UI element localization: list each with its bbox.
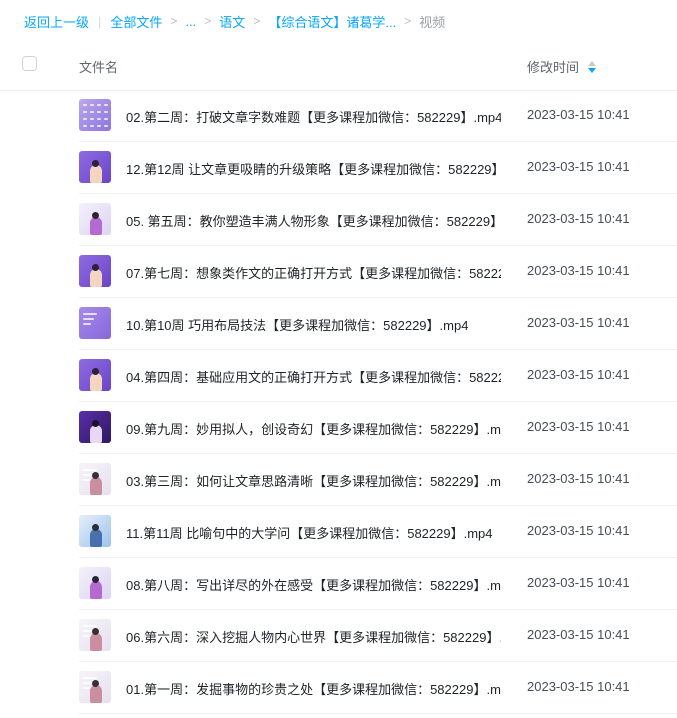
file-row[interactable]: 12.第12周 让文章更吸睛的升级策略【更多课程加微信：582229】.... 2…	[79, 142, 677, 194]
video-thumbnail-icon	[79, 307, 111, 339]
file-name[interactable]: 02.第二周：打破文章字数难题【更多课程加微信：582229】.mp4	[126, 107, 501, 126]
file-name[interactable]: 04.第四周：基础应用文的正确打开方式【更多课程加微信：582229...	[126, 367, 501, 386]
file-row[interactable]: 04.第四周：基础应用文的正确打开方式【更多课程加微信：582229... 202…	[79, 350, 677, 402]
file-modified-time: 2023-03-15 10:41	[527, 575, 630, 590]
file-row[interactable]: 11.第11周 比喻句中的大学问【更多课程加微信：582229】.mp4 2023…	[79, 506, 677, 558]
file-modified-time: 2023-03-15 10:41	[527, 679, 630, 694]
file-name[interactable]: 12.第12周 让文章更吸睛的升级策略【更多课程加微信：582229】....	[126, 159, 501, 178]
chevron-right-icon: >	[253, 14, 261, 28]
file-name[interactable]: 01.第一周：发掘事物的珍贵之处【更多课程加微信：582229】.mp4	[126, 679, 501, 698]
file-modified-time: 2023-03-15 10:41	[527, 523, 630, 538]
video-thumbnail-icon	[79, 151, 111, 183]
video-thumbnail-icon	[79, 359, 111, 391]
video-thumbnail-icon	[79, 515, 111, 547]
file-modified-time: 2023-03-15 10:41	[527, 471, 630, 486]
table-header: 文件名 修改时间	[0, 40, 677, 91]
video-thumbnail-icon	[79, 671, 111, 703]
breadcrumb-divider: |	[98, 13, 102, 29]
select-all-checkbox[interactable]	[22, 56, 37, 71]
video-thumbnail-icon	[79, 99, 111, 131]
back-link[interactable]: 返回上一级	[24, 12, 89, 31]
file-row[interactable]: 01.第一周：发掘事物的珍贵之处【更多课程加微信：582229】.mp4 2023…	[79, 662, 677, 714]
file-name[interactable]: 03.第三周：如何让文章思路清晰【更多课程加微信：582229】.mp4	[126, 471, 501, 490]
file-row[interactable]: 02.第二周：打破文章字数难题【更多课程加微信：582229】.mp4 2023-…	[79, 90, 677, 142]
breadcrumb-chinese[interactable]: 语文	[219, 12, 245, 31]
breadcrumb-current: 视频	[419, 14, 446, 30]
file-name[interactable]: 08.第八周：写出详尽的外在感受【更多课程加微信：582229】.mp4	[126, 575, 501, 594]
file-name[interactable]: 06.第六周：深入挖掘人物内心世界【更多课程加微信：582229】.m...	[126, 627, 501, 646]
file-row[interactable]: 10.第10周 巧用布局技法【更多课程加微信：582229】.mp4 2023-0…	[79, 298, 677, 350]
file-modified-time: 2023-03-15 10:41	[527, 627, 630, 642]
file-row[interactable]: 08.第八周：写出详尽的外在感受【更多课程加微信：582229】.mp4 2023…	[79, 558, 677, 610]
sort-icon[interactable]	[588, 60, 597, 74]
file-name[interactable]: 07.第七周：想象类作文的正确打开方式【更多课程加微信：582229...	[126, 263, 501, 282]
file-row[interactable]: 09.第九周：妙用拟人，创设奇幻【更多课程加微信：582229】.mp4 2023…	[79, 402, 677, 454]
video-thumbnail-icon	[79, 255, 111, 287]
column-header-time[interactable]: 修改时间	[527, 57, 597, 76]
video-thumbnail-icon	[79, 411, 111, 443]
column-header-time-label: 修改时间	[527, 60, 580, 75]
file-modified-time: 2023-03-15 10:41	[527, 419, 630, 434]
file-modified-time: 2023-03-15 10:41	[527, 263, 630, 278]
video-thumbnail-icon	[79, 619, 111, 651]
chevron-right-icon: >	[404, 14, 412, 28]
file-modified-time: 2023-03-15 10:41	[527, 159, 630, 174]
video-thumbnail-icon	[79, 567, 111, 599]
breadcrumb-course[interactable]: 【综合语文】诸葛学...	[268, 12, 396, 31]
chevron-right-icon: >	[170, 14, 178, 28]
file-name[interactable]: 10.第10周 巧用布局技法【更多课程加微信：582229】.mp4	[126, 315, 468, 334]
file-row[interactable]: 07.第七周：想象类作文的正确打开方式【更多课程加微信：582229... 202…	[79, 246, 677, 298]
video-thumbnail-icon	[79, 463, 111, 495]
file-row[interactable]: 06.第六周：深入挖掘人物内心世界【更多课程加微信：582229】.m... 20…	[79, 610, 677, 662]
column-header-name[interactable]: 文件名	[79, 57, 118, 76]
file-modified-time: 2023-03-15 10:41	[527, 367, 630, 382]
breadcrumb-ellipsis[interactable]: ...	[185, 14, 196, 29]
file-modified-time: 2023-03-15 10:41	[527, 315, 630, 330]
file-name[interactable]: 11.第11周 比喻句中的大学问【更多课程加微信：582229】.mp4	[126, 523, 493, 542]
file-modified-time: 2023-03-15 10:41	[527, 211, 630, 226]
chevron-right-icon: >	[204, 14, 212, 28]
breadcrumb-all-files[interactable]: 全部文件	[110, 12, 162, 31]
file-list: 02.第二周：打破文章字数难题【更多课程加微信：582229】.mp4 2023-…	[0, 90, 677, 714]
breadcrumb: 返回上一级 | 全部文件 > ... > 语文 > 【综合语文】诸葛学... >…	[24, 10, 445, 32]
file-name[interactable]: 05. 第五周：教你塑造丰满人物形象【更多课程加微信：582229】....	[126, 211, 501, 230]
file-name[interactable]: 09.第九周：妙用拟人，创设奇幻【更多课程加微信：582229】.mp4	[126, 419, 501, 438]
video-thumbnail-icon	[79, 203, 111, 235]
file-row[interactable]: 05. 第五周：教你塑造丰满人物形象【更多课程加微信：582229】.... 20…	[79, 194, 677, 246]
file-modified-time: 2023-03-15 10:41	[527, 107, 630, 122]
file-row[interactable]: 03.第三周：如何让文章思路清晰【更多课程加微信：582229】.mp4 2023…	[79, 454, 677, 506]
